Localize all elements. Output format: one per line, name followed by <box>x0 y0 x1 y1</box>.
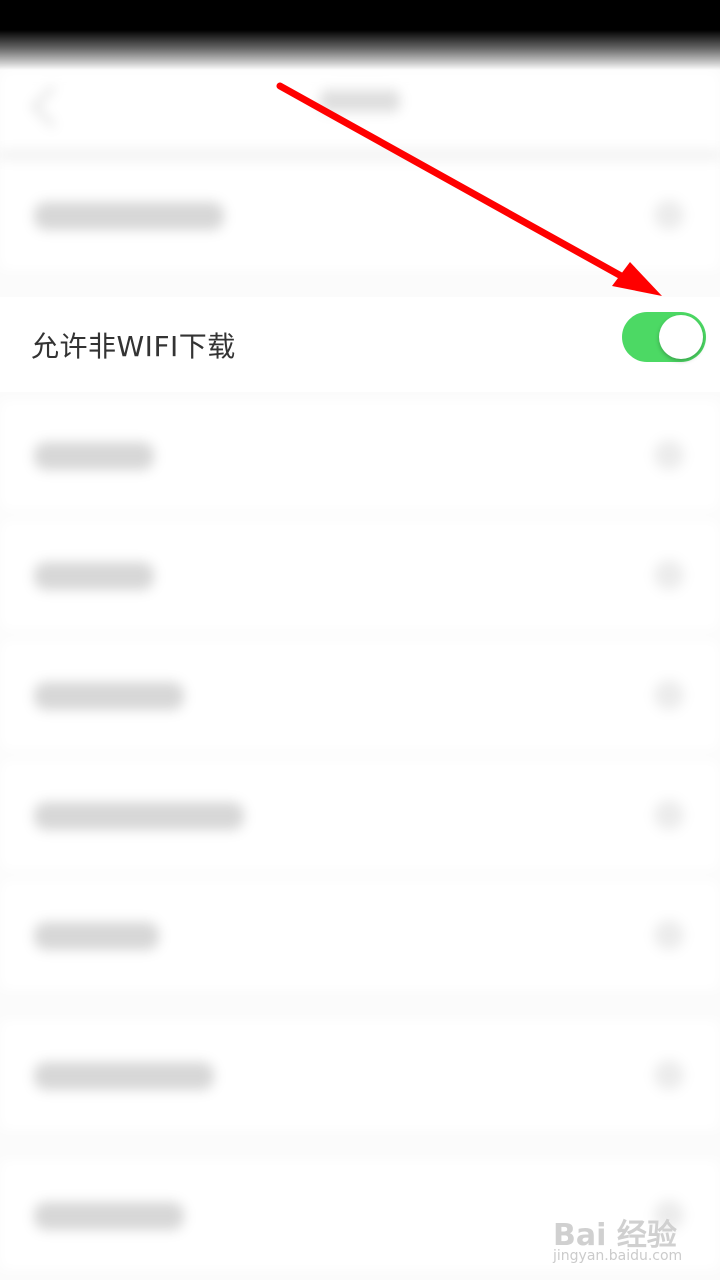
allow-non-wifi-download-row[interactable]: 允许非WIFI下载 <box>0 297 720 392</box>
row-label <box>34 1202 184 1230</box>
status-bar <box>0 0 720 70</box>
chevron-right-icon <box>654 920 684 950</box>
row-label <box>34 1062 214 1090</box>
row-label <box>34 682 184 710</box>
allow-non-wifi-download-toggle[interactable] <box>622 312 706 362</box>
toggle-knob[interactable] <box>659 315 703 359</box>
row-label <box>34 802 244 830</box>
watermark-url: jingyan.baidu.com <box>553 1248 683 1264</box>
row-label <box>34 922 159 950</box>
settings-row[interactable] <box>0 400 720 510</box>
back-icon[interactable] <box>31 85 74 128</box>
settings-row[interactable] <box>0 760 720 870</box>
baidu-jingyan-watermark: Bai 经验 jingyan.baidu.com <box>553 1210 703 1270</box>
row-label <box>34 202 224 230</box>
chevron-right-icon <box>654 200 684 230</box>
settings-row[interactable] <box>0 880 720 990</box>
row-label <box>34 442 154 470</box>
row-label <box>34 562 154 590</box>
settings-row[interactable] <box>0 640 720 750</box>
chevron-right-icon <box>654 680 684 710</box>
settings-row[interactable] <box>0 160 720 270</box>
nav-bar <box>0 70 720 150</box>
chevron-right-icon <box>654 1060 684 1090</box>
chevron-right-icon <box>654 440 684 470</box>
settings-row[interactable] <box>0 520 720 630</box>
divider <box>0 150 720 160</box>
settings-row[interactable] <box>0 1020 720 1130</box>
chevron-right-icon <box>654 560 684 590</box>
allow-non-wifi-download-label: 允许非WIFI下载 <box>31 330 236 363</box>
chevron-right-icon <box>654 800 684 830</box>
blurred-background <box>0 0 720 1280</box>
settings-screen: 允许非WIFI下载 Bai 经验 jingyan.baidu.com <box>0 0 720 1280</box>
nav-title <box>320 90 400 112</box>
